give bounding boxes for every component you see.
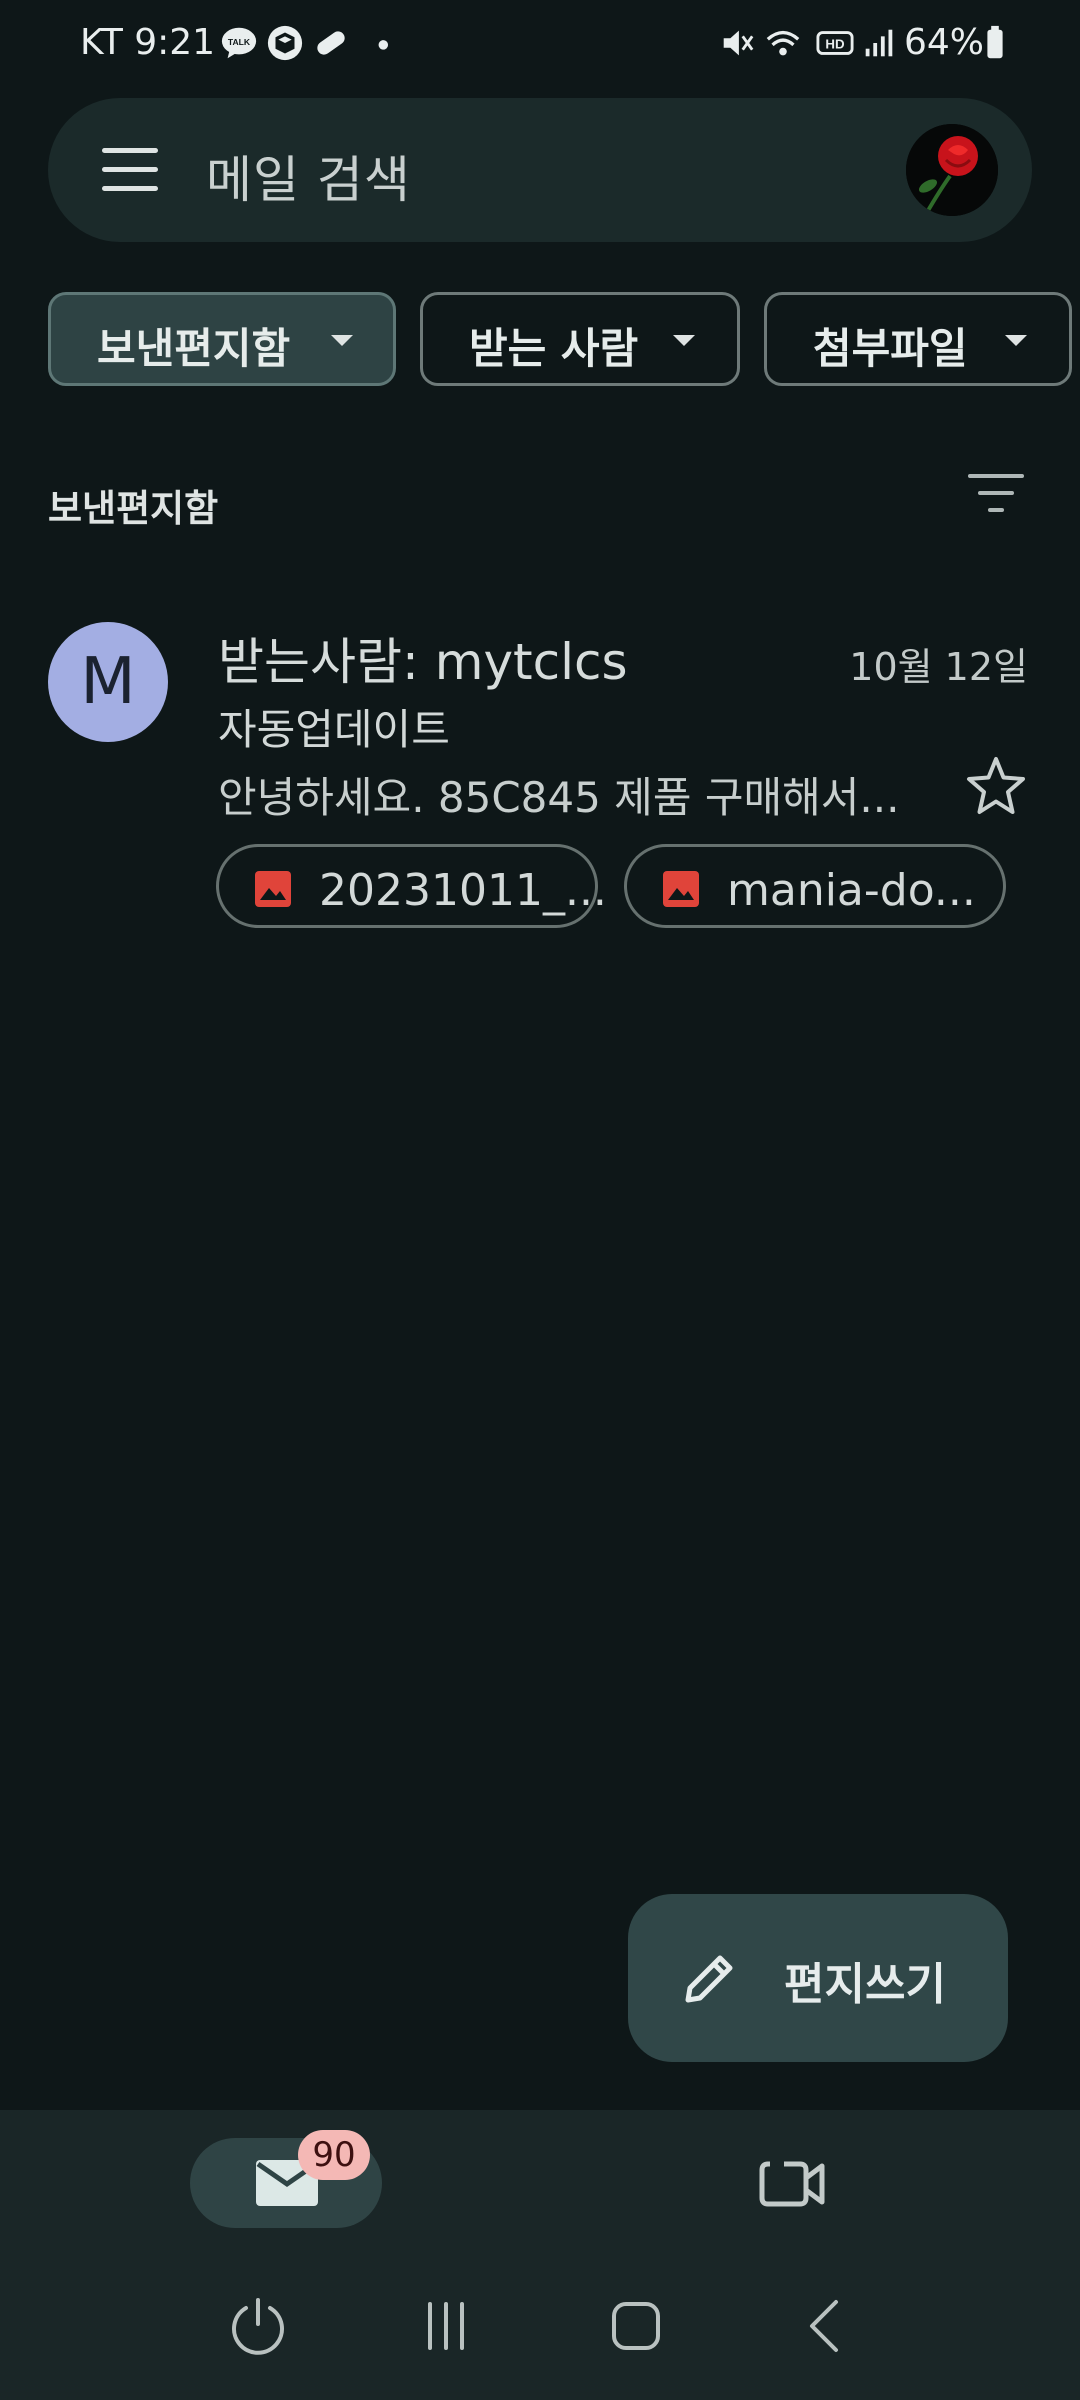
chip-label: 보낸편지함 <box>97 324 291 373</box>
section-title: 보낸편지함 <box>48 487 219 530</box>
mail-subject: 자동업데이트 <box>218 705 450 754</box>
power-icon[interactable] <box>226 2294 290 2358</box>
svg-text:TALK: TALK <box>228 37 251 47</box>
signal-icon <box>865 29 893 57</box>
battery-icon <box>987 25 1003 59</box>
compose-label: 편지쓰기 <box>784 1959 946 2010</box>
carrier-time: KT 9:21 <box>80 22 216 63</box>
hd-icon: HD <box>816 31 854 55</box>
battery-percent: 64% <box>904 22 985 63</box>
mail-sender: 받는사람: mytclcs <box>218 633 628 691</box>
caret-down-icon <box>331 335 353 346</box>
rose-image <box>906 124 998 216</box>
recents-icon[interactable] <box>414 2294 478 2358</box>
dot-icon <box>378 40 389 50</box>
mail-snippet: 안녕하세요. 85C845 제품 구매해서... <box>218 773 900 822</box>
status-bar: KT 9:21 TALK HD 64% <box>0 0 1080 90</box>
system-navigation-bar <box>0 2250 1080 2400</box>
image-icon <box>255 871 291 907</box>
profile-avatar[interactable] <box>906 124 998 216</box>
pencil-icon <box>685 1955 733 2003</box>
chip-label: 받는 사람 <box>469 324 639 373</box>
image-icon <box>663 871 699 907</box>
caret-down-icon <box>673 335 695 346</box>
attachment-name: 20231011_... <box>319 865 607 916</box>
cube-icon <box>267 25 303 61</box>
search-bar[interactable]: 메일 검색 <box>48 98 1032 242</box>
caret-down-icon <box>1005 335 1027 346</box>
attachment-chip[interactable]: 20231011_... <box>216 844 607 928</box>
bottom-navigation: 90 <box>0 2110 1080 2250</box>
mute-icon <box>723 30 754 56</box>
chip-attachment[interactable]: 첨부파일 <box>764 292 1072 386</box>
chip-sent-mailbox[interactable]: 보낸편지함 <box>48 292 396 386</box>
talk-icon: TALK <box>221 27 257 59</box>
compose-button[interactable]: 편지쓰기 <box>628 1894 1008 2062</box>
mail-date: 10월 12일 <box>849 645 1028 689</box>
back-icon[interactable] <box>794 2294 858 2358</box>
chip-label: 첨부파일 <box>813 324 968 373</box>
wifi-icon <box>766 30 800 56</box>
svg-text:HD: HD <box>825 37 845 52</box>
mail-badge: 90 <box>298 2130 370 2180</box>
video-icon[interactable] <box>758 2156 826 2212</box>
pill-icon <box>317 31 345 55</box>
attachment-chip[interactable]: mania-do... <box>624 844 1006 928</box>
chip-recipient[interactable]: 받는 사람 <box>420 292 740 386</box>
search-input[interactable]: 메일 검색 <box>206 140 411 212</box>
filter-icon[interactable] <box>968 474 1024 514</box>
home-icon[interactable] <box>604 2294 668 2358</box>
nav-mail-tab[interactable]: 90 <box>190 2130 382 2228</box>
menu-icon[interactable] <box>102 148 158 192</box>
sender-avatar[interactable]: M <box>48 622 168 742</box>
star-icon[interactable] <box>964 754 1028 818</box>
attachment-name: mania-do... <box>727 865 976 916</box>
